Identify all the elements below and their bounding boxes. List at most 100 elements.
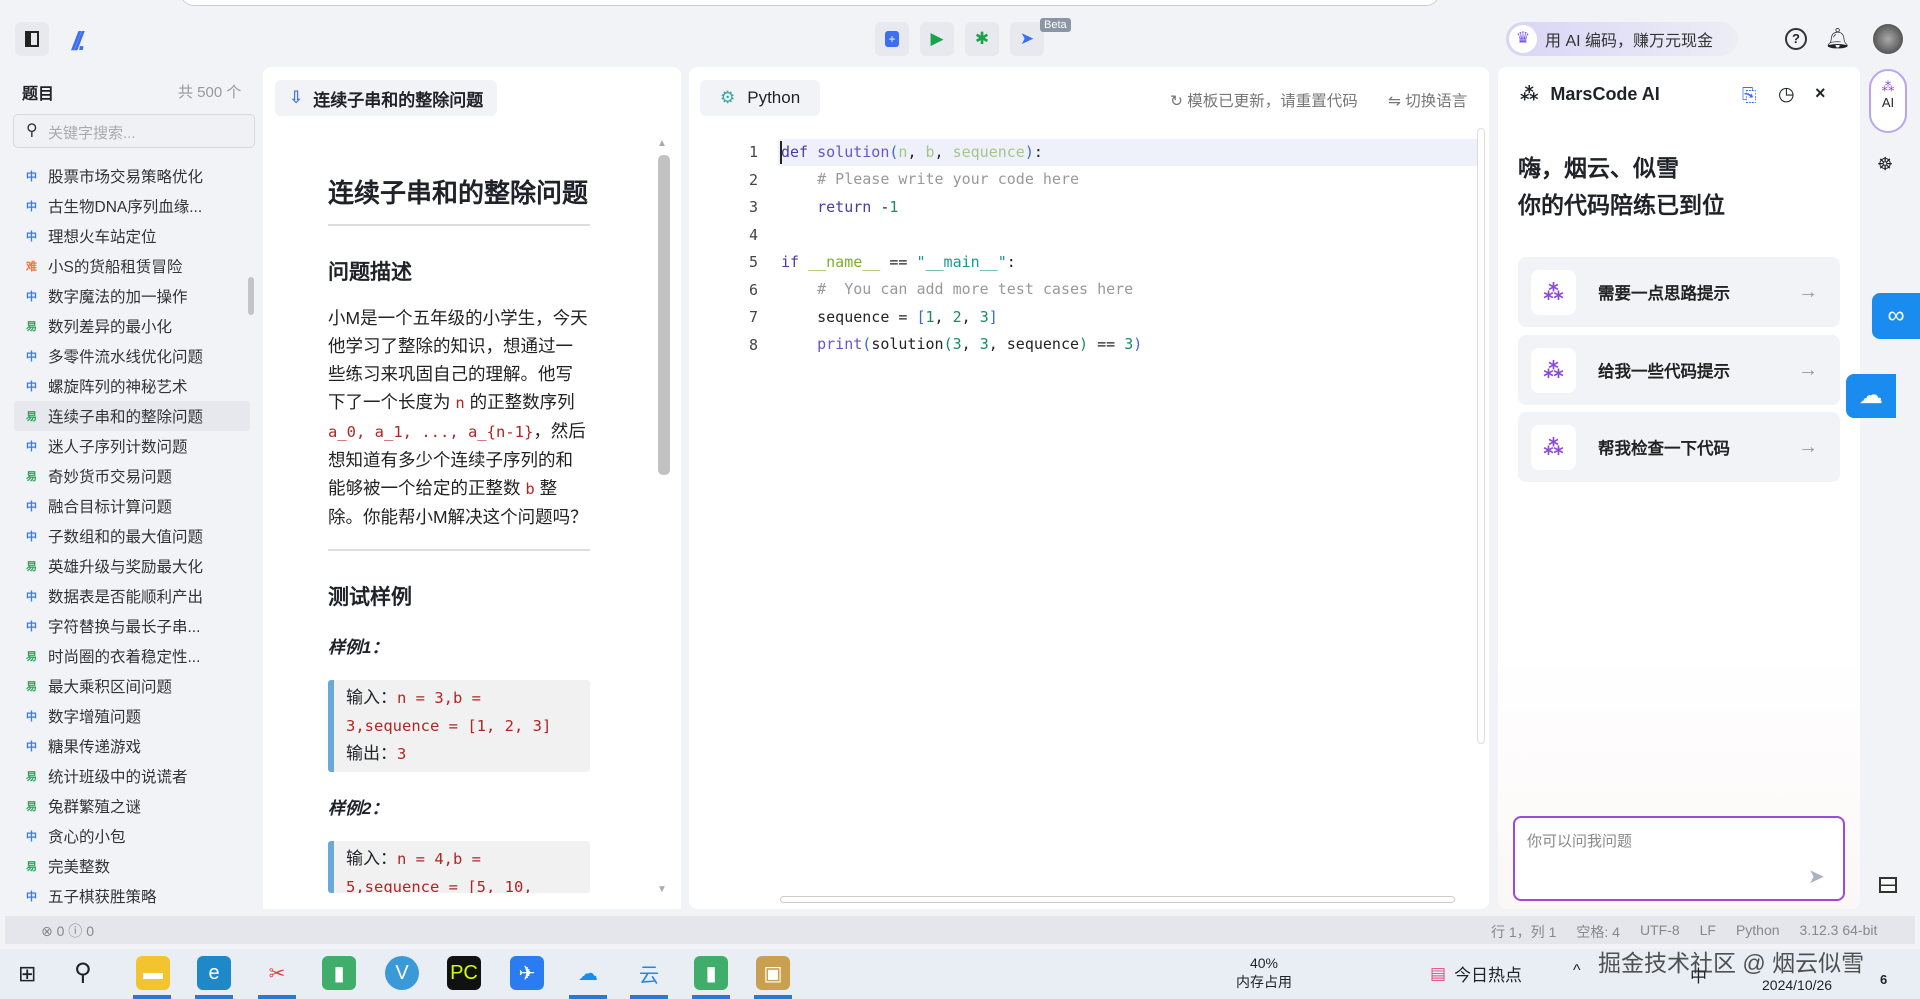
help-icon[interactable]: ? [1785, 28, 1807, 50]
cursor-position[interactable]: 行 1，列 1 [1491, 922, 1556, 942]
sidebar-problem-item[interactable]: 中理想火车站定位 [14, 221, 250, 251]
search-icon[interactable]: ⚲ [74, 958, 92, 987]
difficulty-badge: 易 [26, 561, 37, 573]
problem-label: 连续子串和的整除问题 [48, 409, 204, 426]
difficulty-badge: 中 [26, 591, 37, 603]
sidebar-problem-item[interactable]: 易时尚圈的衣着稳定性... [14, 641, 250, 671]
problem-label: 融合目标计算问题 [48, 499, 173, 516]
sidebar-problem-item[interactable]: 中古生物DNA序列血缘... [14, 191, 250, 221]
sidebar-problem-item[interactable]: 中多零件流水线优化问题 [14, 341, 250, 371]
v-app-icon[interactable]: V [385, 956, 419, 990]
sidebar-problem-item[interactable]: 中迷人子序列计数问题 [14, 431, 250, 461]
editor-vertical-scrollbar[interactable] [1477, 128, 1485, 744]
edge-icon[interactable]: e [197, 956, 231, 990]
ai-rail-button[interactable]: ⁂ AI [1869, 69, 1907, 133]
description-tab[interactable]: ⇩ 连续子串和的整除问题 [275, 80, 498, 116]
debug-button[interactable]: ✱ [965, 22, 999, 56]
interpreter[interactable]: 3.12.3 64-bit [1800, 922, 1878, 942]
sidebar-problem-item[interactable]: 中螺旋阵列的神秘艺术 [14, 371, 250, 401]
arrow-right-icon: → [1798, 435, 1818, 458]
sidebar-problem-item[interactable]: 中贪心的小包 [14, 821, 250, 851]
sidebar-problem-item[interactable]: 难小S的货船租赁冒险 [14, 251, 250, 281]
sidebar-problem-item[interactable]: 中子数组和的最大值问题 [14, 521, 250, 551]
magic-wand-icon: ⁂ [1531, 269, 1576, 315]
check-code-button[interactable]: ⁂ 帮我检查一下代码 → [1518, 412, 1840, 482]
bell-icon[interactable]: 🔔︎ [1825, 26, 1850, 51]
cloud-float-icon[interactable]: ☁ [1846, 374, 1896, 418]
scroll-down-icon[interactable]: ▼ [657, 884, 667, 895]
news-widget[interactable]: ▤ 今日热点 [1430, 961, 1522, 986]
problem-label: 统计班级中的说谎者 [48, 769, 188, 786]
clock-date[interactable]: 2024/10/26 [1762, 977, 1832, 993]
encoding[interactable]: UTF-8 [1640, 922, 1680, 942]
tray-chevron-icon[interactable]: ^ [1573, 962, 1581, 980]
crown-icon: ♛ [1509, 25, 1537, 53]
add-button[interactable]: + [875, 22, 909, 56]
sidebar-problem-item[interactable]: 易完美整数 [14, 851, 250, 881]
language-tab[interactable]: ⚙ Python [700, 80, 821, 116]
tab-label: 连续子串和的整除问题 [313, 90, 484, 110]
sidebar-problem-item[interactable]: 易英雄升级与奖励最大化 [14, 551, 250, 581]
example-2-label: 样例2： [328, 799, 389, 818]
avatar[interactable] [1873, 24, 1903, 54]
editor-horizontal-scrollbar[interactable] [780, 896, 1455, 903]
toggle-sidebar-button[interactable] [15, 22, 49, 56]
problem-label: 数字增殖问题 [48, 709, 142, 726]
new-chat-icon[interactable]: ⎘ [1742, 85, 1756, 106]
difficulty-badge: 难 [26, 261, 37, 273]
sidebar-problem-item[interactable]: 中字符替换与最长子串... [14, 611, 250, 641]
switch-language-button[interactable]: ⇋ 切换语言 [1388, 89, 1467, 111]
sidebar-problem-item[interactable]: 易统计班级中的说谎者 [14, 761, 250, 791]
history-icon[interactable]: ◷ [1778, 83, 1795, 106]
sidebar-problem-item[interactable]: 中融合目标计算问题 [14, 491, 250, 521]
baidu-netdisk-float-icon[interactable]: ∞ [1872, 293, 1920, 339]
line-number: 6 [748, 280, 758, 299]
cloud-app-icon[interactable]: 云 [632, 956, 666, 990]
problem-label: 螺旋阵列的神秘艺术 [48, 379, 188, 396]
sidebar-problem-item[interactable]: 易数列差异的最小化 [14, 311, 250, 341]
feishu-icon[interactable]: ✈ [510, 956, 544, 990]
problem-label: 数字魔法的加一操作 [48, 289, 188, 306]
close-icon[interactable]: × [1815, 83, 1826, 104]
panel-layout-icon[interactable] [1879, 877, 1897, 893]
reset-code-button[interactable]: ↻ 模板已更新，请重置代码 [1170, 89, 1358, 111]
sidebar-problem-item[interactable]: 中五子棋获胜策略 [14, 881, 250, 911]
windows-start-icon[interactable]: ⊞ [18, 961, 36, 987]
run-button[interactable]: ▶ [920, 22, 954, 56]
file-explorer-icon[interactable]: ▬ [136, 956, 170, 990]
tests-heading: 测试样例 [328, 586, 412, 609]
notes-icon[interactable]: ▮ [322, 956, 356, 990]
search-input[interactable]: 关键字搜索... [13, 114, 255, 148]
archive-icon[interactable]: ▣ [756, 956, 790, 990]
notification-badge[interactable]: 6 [1880, 972, 1887, 987]
send-icon[interactable]: ➤ [1808, 864, 1825, 889]
problems-indicator[interactable]: ⊗ 0 ⓘ 0 [41, 921, 94, 941]
notes2-icon[interactable]: ▮ [694, 956, 728, 990]
line-ending[interactable]: LF [1700, 922, 1716, 942]
sidebar-problem-item[interactable]: 中数据表是否能顺利产出 [14, 581, 250, 611]
language-mode[interactable]: Python [1736, 922, 1780, 942]
indentation[interactable]: 空格: 4 [1576, 922, 1620, 942]
promo-button[interactable]: ♛ 用 AI 编码，赚万元现金 [1506, 22, 1738, 56]
sidebar-problem-item[interactable]: 中数字增殖问题 [14, 701, 250, 731]
sidebar-problem-item[interactable]: 易连续子串和的整除问题 [14, 401, 250, 431]
problem-label: 理想火车站定位 [48, 229, 157, 246]
bug-rail-icon[interactable]: ☸ [1877, 154, 1893, 175]
sidebar-problem-item[interactable]: 易最大乘积区间问题 [14, 671, 250, 701]
hint-idea-button[interactable]: ⁂ 需要一点思路提示 → [1518, 257, 1840, 327]
ask-input[interactable]: 你可以问我问题 [1513, 816, 1845, 901]
submit-button[interactable]: ➤ [1010, 22, 1044, 56]
sidebar-scrollbar[interactable] [248, 277, 254, 315]
memory-widget[interactable]: 40% 内存占用 [1236, 954, 1292, 992]
sidebar-problem-item[interactable]: 中股票市场交易策略优化 [14, 161, 250, 191]
pycharm-icon[interactable]: PC [447, 956, 481, 990]
hint-code-button[interactable]: ⁂ 给我一些代码提示 → [1518, 335, 1840, 405]
sidebar-problem-item[interactable]: 中糖果传递游戏 [14, 731, 250, 761]
sidebar-problem-item[interactable]: 易奇妙货币交易问题 [14, 461, 250, 491]
scroll-up-icon[interactable]: ▲ [657, 138, 667, 149]
snipping-icon[interactable]: ✂ [260, 956, 294, 990]
description-scrollbar[interactable] [658, 155, 670, 475]
baidu-netdisk-icon[interactable]: ☁ [571, 956, 605, 990]
sidebar-problem-item[interactable]: 易兔群繁殖之谜 [14, 791, 250, 821]
sidebar-problem-item[interactable]: 中数字魔法的加一操作 [14, 281, 250, 311]
